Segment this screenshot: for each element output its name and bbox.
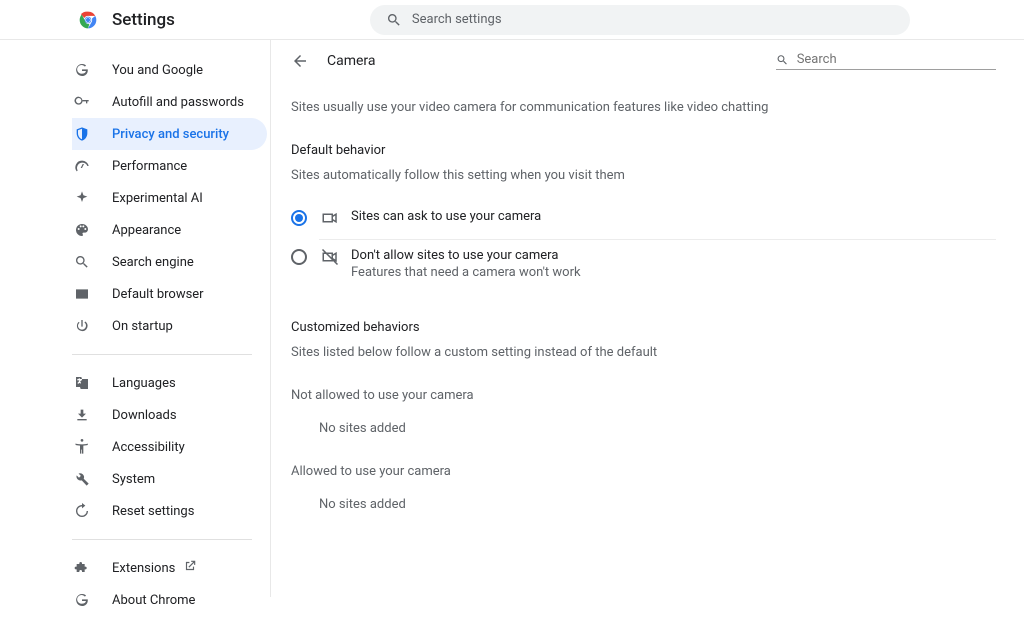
- customized-behaviors-sub: Sites listed below follow a custom setti…: [291, 345, 996, 360]
- open-external-icon: [183, 559, 197, 577]
- search-icon: [386, 12, 402, 28]
- sidebar-item-privacy[interactable]: Privacy and security: [72, 118, 267, 150]
- option-dont-allow[interactable]: Don't allow sites to use your camera Fea…: [291, 240, 996, 292]
- sparkle-icon: [72, 190, 92, 206]
- intro-text: Sites usually use your video camera for …: [291, 100, 996, 115]
- global-search[interactable]: [370, 5, 910, 35]
- default-behavior-sub: Sites automatically follow this setting …: [291, 168, 996, 183]
- chrome-icon: [72, 592, 92, 608]
- speed-icon: [72, 158, 92, 174]
- download-icon: [72, 407, 92, 423]
- sidebar: You and Google Autofill and passwords Priv…: [0, 40, 270, 597]
- option-sites-can-ask[interactable]: Sites can ask to use your camera: [291, 201, 996, 239]
- translate-icon: [72, 375, 92, 391]
- content-search-input[interactable]: [797, 52, 996, 67]
- sidebar-item-about[interactable]: About Chrome: [72, 584, 267, 616]
- radio-sites-can-ask[interactable]: [291, 210, 307, 226]
- restore-icon: [72, 503, 92, 519]
- content-search[interactable]: [776, 52, 996, 70]
- sidebar-item-label: Reset settings: [112, 504, 194, 519]
- sidebar-item-label: Appearance: [112, 223, 181, 238]
- search-icon: [776, 53, 789, 67]
- sidebar-item-label: On startup: [112, 319, 173, 334]
- not-allowed-title: Not allowed to use your camera: [291, 388, 996, 403]
- option-label: Sites can ask to use your camera: [351, 209, 541, 224]
- shield-icon: [72, 126, 92, 142]
- chrome-logo-icon: [78, 10, 98, 30]
- sidebar-item-accessibility[interactable]: Accessibility: [72, 431, 267, 463]
- content-page-title: Camera: [327, 53, 376, 69]
- sidebar-item-label: System: [112, 472, 155, 487]
- radio-dont-allow[interactable]: [291, 249, 307, 265]
- sidebar-item-experimental[interactable]: Experimental AI: [72, 182, 267, 214]
- sidebar-item-reset[interactable]: Reset settings: [72, 495, 267, 527]
- sidebar-item-search-engine[interactable]: Search engine: [72, 246, 267, 278]
- customized-behaviors-title: Customized behaviors: [291, 320, 996, 335]
- sidebar-item-label: Privacy and security: [112, 127, 229, 142]
- sidebar-item-label: Performance: [112, 159, 187, 174]
- sidebar-item-label: About Chrome: [112, 593, 195, 608]
- key-icon: [72, 94, 92, 110]
- sidebar-item-label: Default browser: [112, 287, 204, 302]
- global-search-input[interactable]: [412, 12, 894, 27]
- sidebar-item-label: Extensions: [112, 561, 175, 576]
- sidebar-item-on-startup[interactable]: On startup: [72, 310, 267, 342]
- sidebar-item-system[interactable]: System: [72, 463, 267, 495]
- camera-icon: [321, 209, 339, 227]
- sidebar-item-performance[interactable]: Performance: [72, 150, 267, 182]
- sidebar-item-extensions[interactable]: Extensions: [72, 552, 267, 584]
- palette-icon: [72, 222, 92, 238]
- page-title: Settings: [112, 10, 175, 30]
- sidebar-item-label: Accessibility: [112, 440, 185, 455]
- sidebar-item-label: Downloads: [112, 408, 177, 423]
- sidebar-item-label: You and Google: [112, 63, 203, 78]
- sidebar-item-appearance[interactable]: Appearance: [72, 214, 267, 246]
- sidebar-item-you-google[interactable]: You and Google: [72, 54, 267, 86]
- arrow-back-icon: [291, 52, 309, 70]
- camera-off-icon: [321, 248, 339, 266]
- not-allowed-empty: No sites added: [319, 421, 996, 436]
- default-behavior-title: Default behavior: [291, 143, 996, 158]
- sidebar-item-autofill[interactable]: Autofill and passwords: [72, 86, 267, 118]
- sidebar-item-label: Search engine: [112, 255, 194, 270]
- allowed-empty: No sites added: [319, 497, 996, 512]
- browser-icon: [72, 286, 92, 302]
- sidebar-divider: [72, 354, 252, 355]
- option-label: Don't allow sites to use your camera: [351, 248, 581, 263]
- search-icon: [72, 254, 92, 270]
- wrench-icon: [72, 471, 92, 487]
- sidebar-item-label: Experimental AI: [112, 191, 203, 206]
- back-button[interactable]: [291, 52, 309, 70]
- sidebar-item-downloads[interactable]: Downloads: [72, 399, 267, 431]
- google-icon: [72, 62, 92, 78]
- allowed-title: Allowed to use your camera: [291, 464, 996, 479]
- power-icon: [72, 318, 92, 334]
- sidebar-item-languages[interactable]: Languages: [72, 367, 267, 399]
- accessibility-icon: [72, 439, 92, 455]
- extension-icon: [72, 560, 92, 576]
- sidebar-item-label: Autofill and passwords: [112, 95, 244, 110]
- sidebar-item-label: Languages: [112, 376, 176, 391]
- sidebar-item-default-browser[interactable]: Default browser: [72, 278, 267, 310]
- option-note: Features that need a camera won't work: [351, 265, 581, 280]
- content-area: Camera Sites usually use your video came…: [270, 40, 1024, 597]
- sidebar-divider: [72, 539, 252, 540]
